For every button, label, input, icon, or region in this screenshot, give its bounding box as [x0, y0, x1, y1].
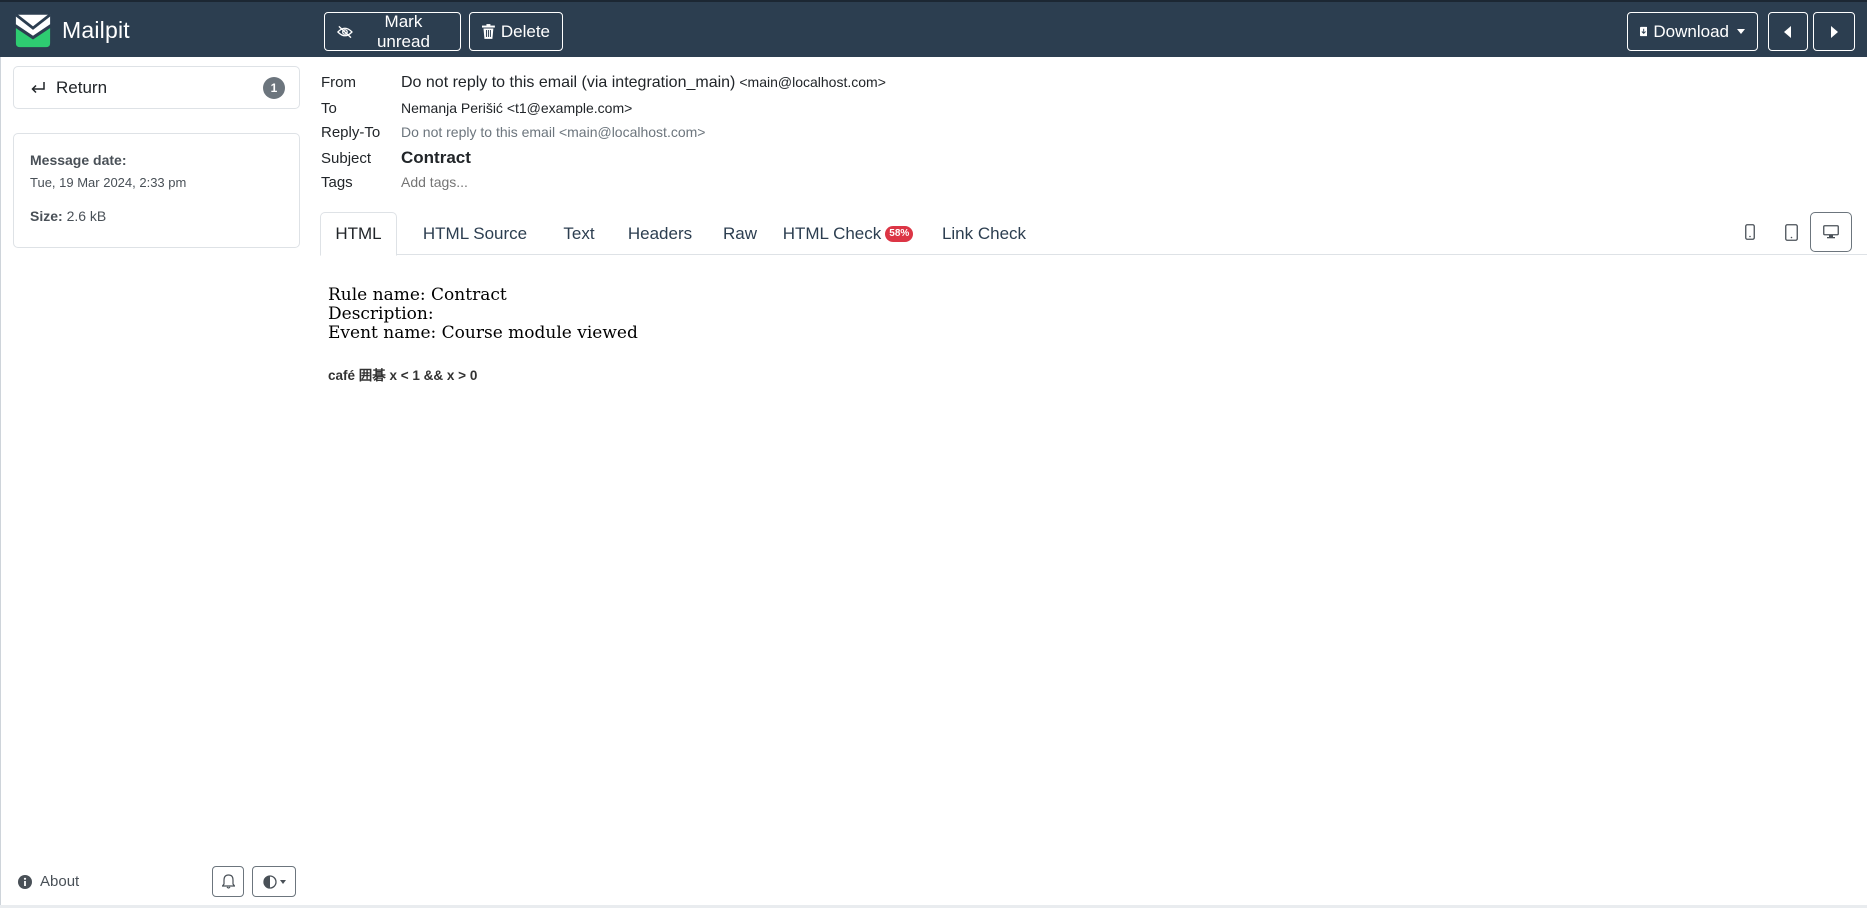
- tab-html-source[interactable]: HTML Source: [406, 212, 544, 255]
- to-label: To: [321, 100, 337, 117]
- reply-to-row: Reply-To Do not reply to this email <mai…: [321, 124, 705, 141]
- download-label: Download: [1653, 21, 1729, 41]
- message-size: Size: 2.6 kB: [30, 208, 283, 224]
- desktop-icon: [1823, 225, 1839, 239]
- tab-html[interactable]: HTML: [320, 212, 397, 256]
- about-label: About: [40, 873, 80, 890]
- from-email: <main@localhost.com>: [739, 74, 886, 90]
- file-download-icon: [1640, 26, 1648, 37]
- tablet-view-button[interactable]: [1770, 212, 1812, 252]
- body-footer-text: café 囲碁 x < 1 && x > 0: [328, 368, 478, 383]
- from-row: From Do not reply to this email (via int…: [321, 74, 886, 92]
- notifications-button[interactable]: [212, 866, 244, 897]
- previous-message-button[interactable]: [1768, 12, 1808, 51]
- left-border: [0, 57, 1, 908]
- to-row: To Nemanja Perišić <t1@example.com>: [321, 100, 632, 117]
- next-message-button[interactable]: [1813, 12, 1855, 51]
- message-date-value: Tue, 19 Mar 2024, 2:33 pm: [30, 175, 187, 190]
- tablet-icon: [1784, 223, 1798, 241]
- tab-headers-label: Headers: [627, 223, 693, 243]
- theme-toggle-button[interactable]: [252, 866, 296, 897]
- size-value: 2.6 kB: [66, 208, 107, 224]
- body-line-rule-name: Rule name: Contract: [328, 285, 507, 305]
- brand[interactable]: Mailpit: [14, 10, 130, 50]
- tab-raw-label: Raw: [722, 223, 757, 243]
- tab-raw[interactable]: Raw: [707, 212, 773, 255]
- tab-link-check[interactable]: Link Check: [923, 212, 1045, 255]
- tags-input[interactable]: [401, 174, 701, 190]
- tab-headers[interactable]: Headers: [613, 212, 707, 255]
- size-label: Size:: [30, 208, 63, 224]
- chevron-down-icon: [279, 879, 286, 884]
- message-date-label: Message date:: [30, 152, 127, 168]
- top-navbar: Mailpit Mark unread Delete Download: [0, 0, 1867, 57]
- desktop-view-button[interactable]: [1810, 212, 1852, 252]
- download-button[interactable]: Download: [1627, 12, 1758, 51]
- mark-unread-button[interactable]: Mark unread: [324, 12, 461, 51]
- tab-html-check[interactable]: HTML Check 58%: [773, 212, 923, 255]
- email-html-preview: Rule name: Contract Description: Event n…: [328, 286, 1848, 384]
- reply-to-value: Do not reply to this email <main@localho…: [401, 124, 706, 140]
- tab-text[interactable]: Text: [545, 212, 613, 255]
- tags-row: Tags: [321, 174, 701, 191]
- tags-label: Tags: [321, 174, 353, 191]
- subject-row: Subject Contract: [321, 148, 471, 168]
- return-arrow-icon: [31, 81, 45, 93]
- tab-html-check-label: HTML Check: [782, 223, 882, 243]
- tab-link-check-label: Link Check: [941, 223, 1027, 243]
- return-button[interactable]: Return 1: [13, 66, 300, 109]
- tab-html-label: HTML: [335, 224, 382, 243]
- unread-count-badge: 1: [263, 76, 285, 99]
- view-tabs: HTML HTML Source Text Headers Raw HTML C…: [320, 212, 1867, 256]
- body-line-description: Description:: [328, 304, 434, 324]
- chevron-down-icon: [1737, 29, 1745, 34]
- info-circle-icon: [18, 874, 32, 889]
- to-value: Nemanja Perišić <t1@example.com>: [401, 100, 633, 116]
- phone-icon: [1745, 224, 1755, 240]
- caret-left-icon: [1784, 25, 1791, 38]
- message-info-card: Message date: Tue, 19 Mar 2024, 2:33 pm …: [13, 133, 300, 248]
- tab-html-source-label: HTML Source: [422, 223, 528, 243]
- delete-button[interactable]: Delete: [469, 12, 563, 51]
- body-line-event-name: Event name: Course module viewed: [328, 323, 638, 343]
- phone-view-button[interactable]: [1730, 212, 1770, 252]
- subject-label: Subject: [321, 150, 372, 167]
- tab-text-label: Text: [563, 223, 595, 243]
- from-name: Do not reply to this email (via integrat…: [401, 74, 736, 91]
- eye-slash-icon: [337, 25, 353, 38]
- bell-icon: [221, 874, 235, 889]
- mark-unread-label: Mark unread: [376, 11, 430, 51]
- about-link[interactable]: About: [18, 873, 79, 890]
- return-label: Return: [56, 77, 108, 97]
- mailpit-logo-icon: [15, 13, 51, 48]
- from-label: From: [321, 74, 356, 91]
- html-check-score-badge: 58%: [885, 225, 914, 242]
- subject-value: Contract: [401, 148, 471, 167]
- contrast-icon: [262, 874, 277, 889]
- app-name: Mailpit: [62, 16, 130, 43]
- delete-label: Delete: [500, 21, 550, 41]
- reply-to-label: Reply-To: [321, 124, 381, 141]
- caret-right-icon: [1831, 25, 1838, 38]
- trash-icon: [482, 24, 495, 39]
